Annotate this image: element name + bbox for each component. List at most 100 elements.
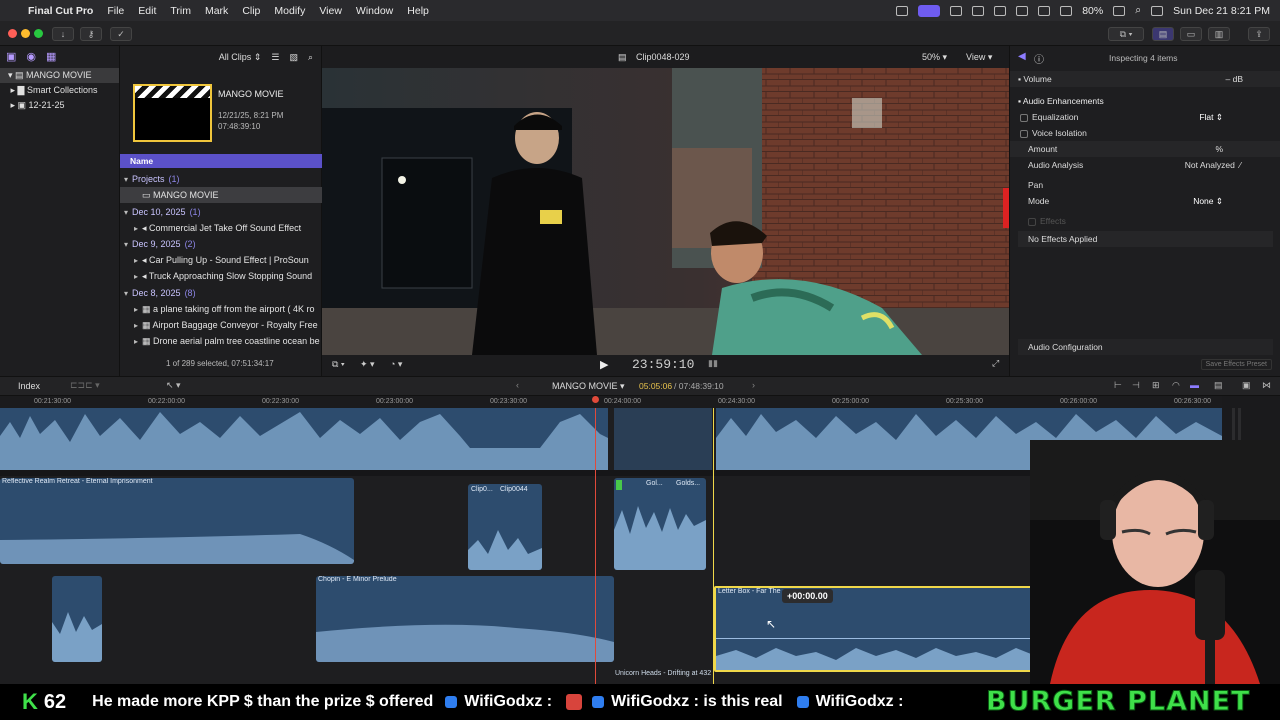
voice-isolation-checkbox[interactable]: [1020, 129, 1028, 138]
menu-window[interactable]: Window: [356, 5, 393, 17]
select-tool-icon[interactable]: ↖ ▾: [166, 380, 181, 391]
index-button[interactable]: Index: [18, 381, 40, 391]
audio-clip-chopin[interactable]: Chopin - E Minor Prelude: [316, 576, 614, 662]
audio-clip-golds[interactable]: Gol... Golds...: [614, 478, 706, 570]
share-icon[interactable]: ⇪: [1248, 27, 1270, 41]
audio-skimming-icon[interactable]: ◠: [1172, 380, 1180, 391]
share-menu-icon[interactable]: ⧉ ▾: [1108, 27, 1144, 41]
play-icon[interactable]: ▶: [600, 358, 608, 371]
smart-collections-item[interactable]: ▸ ▇ Smart Collections: [0, 83, 119, 98]
view-menu[interactable]: View ▾: [966, 52, 992, 63]
audio-configuration-row[interactable]: Audio Configuration: [1018, 339, 1273, 355]
enhance-tool-icon[interactable]: ✦ ▾: [360, 359, 375, 370]
menubar-clock[interactable]: Sun Dec 21 8:21 PM: [1173, 5, 1270, 17]
circle-status-icon[interactable]: [950, 5, 963, 16]
battery-icon[interactable]: [1113, 5, 1126, 16]
playhead-marker[interactable]: [592, 396, 599, 403]
eq-preset-select[interactable]: Flat ⇕: [1199, 109, 1223, 125]
library-mango-movie[interactable]: ▾ ▤ MANGO MOVIE: [0, 68, 119, 83]
screen-record-icon[interactable]: [918, 4, 941, 17]
menu-file[interactable]: File: [107, 5, 124, 17]
list-item[interactable]: ▸ ◂ Car Pulling Up - Sound Effect | ProSo…: [120, 252, 322, 268]
wifi-icon[interactable]: [1060, 5, 1073, 16]
audio-clip-clip0044[interactable]: Clip0... Clip0044: [468, 484, 542, 570]
all-clips-filter[interactable]: All Clips ⇕: [219, 52, 262, 63]
project-thumbnail[interactable]: [133, 84, 212, 142]
list-item[interactable]: ▸ ◂ Commercial Jet Take Off Sound Effect: [120, 220, 322, 236]
audio-clip-reflective-realm[interactable]: Reflective Realm Retreat - Eternal Impri…: [0, 478, 354, 564]
group-dec-10[interactable]: ▾ Dec 10, 2025 (1): [120, 204, 322, 220]
voice-isolation-row[interactable]: Voice Isolation: [1010, 125, 1280, 141]
list-item[interactable]: ▭ MANGO MOVIE: [120, 187, 322, 203]
equalization-checkbox[interactable]: [1020, 113, 1028, 122]
inspector-toggle-icon[interactable]: ▥: [1208, 27, 1230, 41]
name-column-header[interactable]: Name: [120, 154, 322, 168]
timeline-toggle-icon[interactable]: ▭: [1180, 27, 1202, 41]
group-dec-8[interactable]: ▾ Dec 8, 2025 (8): [120, 285, 322, 301]
gap-clip[interactable]: [614, 408, 712, 470]
info-inspector-icon[interactable]: ⓘ: [1034, 51, 1044, 66]
status-app-icon[interactable]: [896, 5, 909, 16]
connect-clip-icon[interactable]: ⊏⊐⊏ ▾: [70, 380, 100, 391]
clip-appearance-icon[interactable]: ▤: [1214, 380, 1223, 391]
pan-mode-row[interactable]: Mode None ⇕: [1010, 193, 1280, 209]
display-icon[interactable]: [1016, 5, 1029, 16]
zoom-in-icon[interactable]: ⊣: [1132, 380, 1140, 391]
audio-clip-small[interactable]: [52, 576, 102, 662]
amount-row[interactable]: Amount %: [1010, 141, 1280, 157]
timeline-ruler[interactable]: 00:21:30:00 00:22:00:00 00:22:30:00 00:2…: [0, 396, 1222, 408]
menu-mark[interactable]: Mark: [205, 5, 228, 17]
control-center-icon[interactable]: [1151, 5, 1164, 16]
search-icon[interactable]: ⌕: [1135, 4, 1141, 17]
background-tasks-icon[interactable]: ✓: [110, 27, 132, 41]
volume-row[interactable]: ▪ Volume – dB: [1010, 71, 1280, 87]
list-item[interactable]: ▸ ▦ Drone aerial palm tree coastline ocea…: [120, 333, 322, 349]
playhead[interactable]: [595, 408, 596, 684]
bluetooth-icon[interactable]: [1038, 5, 1051, 16]
speed-tool-icon[interactable]: ◔ ▾: [390, 359, 402, 370]
snapping-icon[interactable]: ⊞: [1152, 380, 1160, 391]
import-icon[interactable]: ↓: [52, 27, 74, 41]
minimize-window-button[interactable]: [21, 29, 30, 38]
photos-tab-icon[interactable]: ◉: [26, 50, 36, 64]
menu-view[interactable]: View: [319, 5, 342, 17]
audio-clip-unicorn-label[interactable]: Unicorn Heads - Drifting at 432: [615, 670, 711, 677]
audio-inspector-icon[interactable]: ◀: [1018, 51, 1026, 62]
group-projects[interactable]: ▾ Projects (1): [120, 171, 322, 187]
list-item[interactable]: ▸ ▦ a plane taking off from the airport (…: [120, 301, 322, 317]
libraries-tab-icon[interactable]: ▣: [6, 50, 16, 64]
play-status-icon[interactable]: [972, 5, 985, 16]
video-frame[interactable]: [322, 68, 1009, 355]
search-icon[interactable]: ⌕: [308, 52, 313, 63]
effects-browser-icon[interactable]: ▣: [1242, 380, 1251, 391]
zoom-out-icon[interactable]: ⊢: [1114, 380, 1122, 391]
timeline-project-menu[interactable]: MANGO MOVIE ▾: [552, 381, 625, 392]
zoom-menu[interactable]: 50% ▾: [922, 52, 947, 63]
close-window-button[interactable]: [8, 29, 17, 38]
save-effects-preset-button[interactable]: Save Effects Preset: [1200, 359, 1272, 370]
menu-help[interactable]: Help: [407, 5, 429, 17]
pan-mode-select[interactable]: None ⇕: [1193, 193, 1223, 209]
keywords-icon[interactable]: ⚷: [80, 27, 102, 41]
audio-enhancements-header[interactable]: ▪ Audio Enhancements: [1010, 93, 1280, 109]
settings-icon[interactable]: ▧: [289, 52, 298, 63]
browser-toggle-icon[interactable]: ▤: [1152, 27, 1174, 41]
menu-edit[interactable]: Edit: [138, 5, 156, 17]
group-dec-9[interactable]: ▾ Dec 9, 2025 (2): [120, 236, 322, 252]
list-view-icon[interactable]: ☰: [271, 52, 279, 63]
list-item[interactable]: ▸ ▦ Airport Baggage Conveyor - Royalty Fr…: [120, 317, 322, 333]
fullscreen-icon[interactable]: ⤢: [992, 358, 999, 369]
primary-audio-clip[interactable]: [0, 408, 608, 470]
forward-arrow-icon[interactable]: ›: [752, 380, 755, 390]
transform-tool-icon[interactable]: ⧉ ▾: [332, 359, 345, 370]
titles-tab-icon[interactable]: ▦: [46, 50, 56, 64]
menu-trim[interactable]: Trim: [170, 5, 191, 17]
zoom-window-button[interactable]: [34, 29, 43, 38]
back-arrow-icon[interactable]: ‹: [516, 380, 519, 390]
menu-app-name[interactable]: Final Cut Pro: [28, 5, 93, 17]
volume-icon[interactable]: [994, 5, 1007, 16]
menu-modify[interactable]: Modify: [274, 5, 305, 17]
list-item[interactable]: ▸ ◂ Truck Approaching Slow Stopping Sound: [120, 268, 322, 284]
transitions-browser-icon[interactable]: ⋈: [1262, 380, 1271, 391]
solo-icon[interactable]: ▬: [1190, 380, 1199, 390]
